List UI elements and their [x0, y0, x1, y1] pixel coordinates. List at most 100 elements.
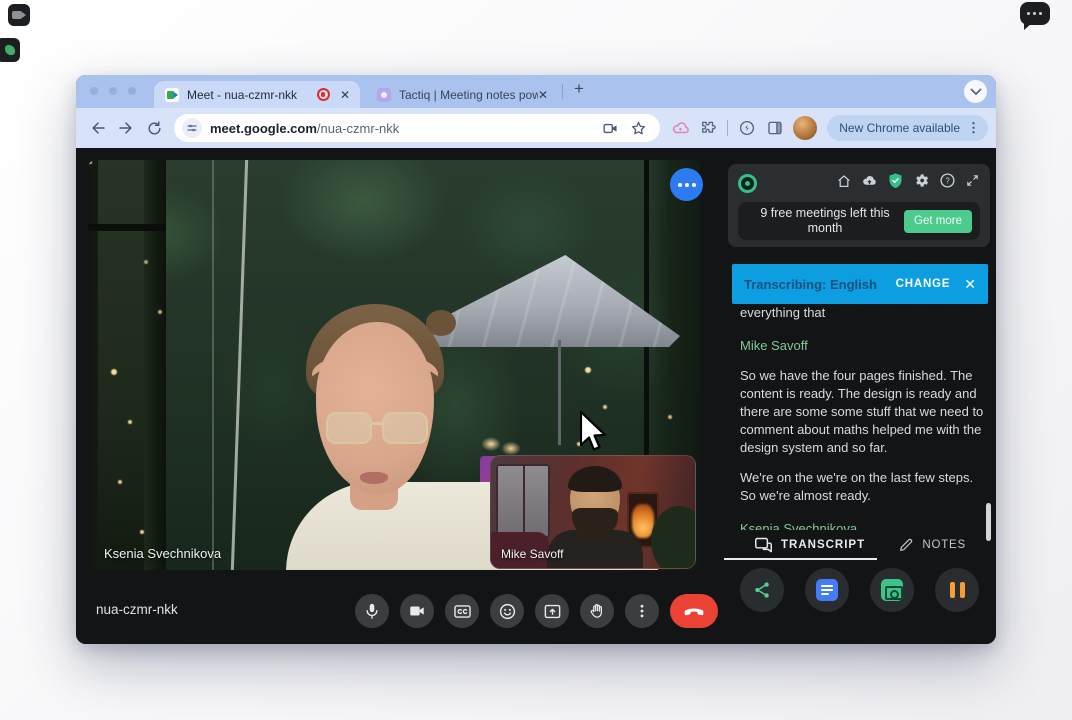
close-tab-icon[interactable]: ✕ — [340, 88, 350, 102]
tab-tactiq[interactable]: Tactiq | Meeting notes powe ✕ — [366, 81, 558, 108]
pip-video-tile[interactable]: Mike Savoff — [490, 455, 696, 569]
chat-icon — [754, 537, 773, 554]
mouth — [360, 472, 388, 484]
transcript-panel[interactable]: everything that Mike Savoff So we have t… — [740, 298, 988, 530]
main-video-tile[interactable]: Ksenia Svechnikova Mike Savoff — [88, 160, 700, 570]
umbrella-pole — [558, 340, 561, 445]
chrome-update-button[interactable]: New Chrome available ⋮ — [827, 115, 988, 141]
participant-name-label: Ksenia Svechnikova — [104, 546, 221, 561]
screenshot-camera-icon — [881, 579, 903, 601]
mouse-cursor — [578, 410, 608, 454]
profile-avatar[interactable] — [793, 116, 817, 140]
chat-bubble-badge-icon — [1020, 2, 1050, 25]
door-frame — [212, 160, 214, 570]
transcript-text: We're on the we're on the last few steps… — [740, 469, 988, 505]
tactiq-header-panel: ? 9 free meetings left this month Get mo… — [728, 164, 990, 247]
door-panel — [88, 160, 166, 570]
google-docs-button[interactable] — [805, 568, 849, 612]
bookmark-star-icon[interactable] — [624, 114, 652, 142]
recording-indicator-icon — [317, 88, 330, 101]
pip-name-label: Mike Savoff — [501, 547, 563, 561]
tactiq-favicon-icon — [377, 88, 391, 102]
settings-gear-icon[interactable] — [913, 172, 930, 194]
transcribing-status: Transcribing: English — [744, 277, 877, 292]
tactiq-action-bar — [740, 568, 979, 612]
meet-controls — [355, 594, 718, 628]
screenshot-button[interactable] — [870, 568, 914, 612]
window-controls[interactable] — [90, 87, 136, 95]
pip-participant-hair — [568, 466, 622, 492]
docs-icon — [816, 579, 838, 601]
forward-icon[interactable] — [112, 114, 140, 142]
chat-dots-bubble[interactable] — [670, 168, 703, 201]
performance-icon[interactable] — [733, 114, 761, 142]
new-tab-button[interactable]: + — [574, 79, 584, 99]
toolbar-divider — [727, 120, 728, 136]
chrome-update-label: New Chrome available — [839, 121, 960, 135]
tactiq-logo-icon — [738, 174, 757, 193]
tab-search-chevron-icon[interactable] — [964, 80, 987, 103]
cloud-upload-icon[interactable] — [861, 172, 878, 194]
browser-menu-icon[interactable]: ⋮ — [967, 120, 980, 136]
transcript-text: everything that — [740, 304, 988, 322]
raise-hand-button[interactable] — [580, 594, 614, 628]
meet-favicon-icon — [165, 88, 179, 102]
transcript-text: So we have the four pages finished. The … — [740, 367, 988, 457]
share-button[interactable] — [740, 568, 784, 612]
microphone-button[interactable] — [355, 594, 389, 628]
tab-divider — [562, 84, 563, 99]
url-host: meet.google.com — [210, 121, 317, 136]
browser-window: Meet - nua-czmr-nkk ✕ Tactiq | Meeting n… — [76, 75, 996, 644]
quota-text: 9 free meetings left this month — [746, 206, 904, 236]
shield-check-icon[interactable] — [887, 172, 904, 194]
more-options-button[interactable] — [625, 594, 659, 628]
reading-list-icon[interactable] — [761, 114, 789, 142]
string-lights — [88, 160, 92, 164]
transcript-speaker: Mike Savoff — [740, 337, 988, 355]
tab-meet[interactable]: Meet - nua-czmr-nkk ✕ — [154, 81, 360, 108]
close-tab-icon[interactable]: ✕ — [538, 88, 548, 102]
close-banner-icon[interactable]: ✕ — [964, 276, 976, 293]
tab-title: Tactiq | Meeting notes powe — [399, 88, 538, 102]
tactiq-tabbar: TRANSCRIPT NOTES — [724, 532, 990, 558]
pink-extension-icon[interactable] — [666, 114, 694, 142]
transcript-scrollbar[interactable] — [986, 503, 991, 541]
url-path: /nua-czmr-nkk — [317, 121, 399, 136]
green-leaf-badge-icon — [0, 38, 20, 62]
present-screen-button[interactable] — [535, 594, 569, 628]
get-more-button[interactable]: Get more — [904, 210, 972, 233]
glasses — [326, 412, 430, 446]
camera-button[interactable] — [400, 594, 434, 628]
pause-button[interactable] — [935, 568, 979, 612]
quota-card: 9 free meetings left this month Get more — [738, 202, 980, 240]
url-text: meet.google.com/nua-czmr-nkk — [210, 121, 596, 136]
site-settings-icon[interactable] — [182, 118, 202, 138]
svg-text:?: ? — [945, 176, 950, 185]
tab-transcript[interactable]: TRANSCRIPT — [754, 537, 865, 554]
tab-strip: Meet - nua-czmr-nkk ✕ Tactiq | Meeting n… — [76, 75, 996, 108]
change-language-button[interactable]: CHANGE — [896, 278, 951, 290]
extensions-puzzle-icon[interactable] — [694, 114, 722, 142]
expand-icon[interactable] — [965, 173, 980, 193]
pause-icon — [950, 582, 965, 598]
browser-toolbar: meet.google.com/nua-czmr-nkk — [76, 108, 996, 148]
recorder-badge-icon — [8, 4, 30, 26]
tab-title: Meet - nua-czmr-nkk — [187, 88, 317, 102]
address-bar[interactable]: meet.google.com/nua-czmr-nkk — [174, 114, 660, 142]
window-backdrop — [496, 464, 550, 538]
active-tab-underline — [724, 558, 877, 560]
captions-button[interactable] — [445, 594, 479, 628]
hair-bun — [426, 310, 456, 336]
meeting-code: nua-czmr-nkk — [96, 602, 178, 617]
reactions-button[interactable] — [490, 594, 524, 628]
tab-notes[interactable]: NOTES — [898, 537, 966, 553]
reload-icon[interactable] — [140, 114, 168, 142]
meet-page: Ksenia Svechnikova Mike Savoff — [76, 148, 996, 644]
help-icon[interactable]: ? — [939, 172, 956, 194]
end-call-button[interactable] — [670, 594, 718, 628]
pencil-icon — [898, 537, 914, 553]
back-icon[interactable] — [84, 114, 112, 142]
tab-capture-icon[interactable] — [596, 114, 624, 142]
transcript-speaker: Ksenia Svechnikova — [740, 520, 988, 530]
home-icon[interactable] — [836, 173, 852, 194]
